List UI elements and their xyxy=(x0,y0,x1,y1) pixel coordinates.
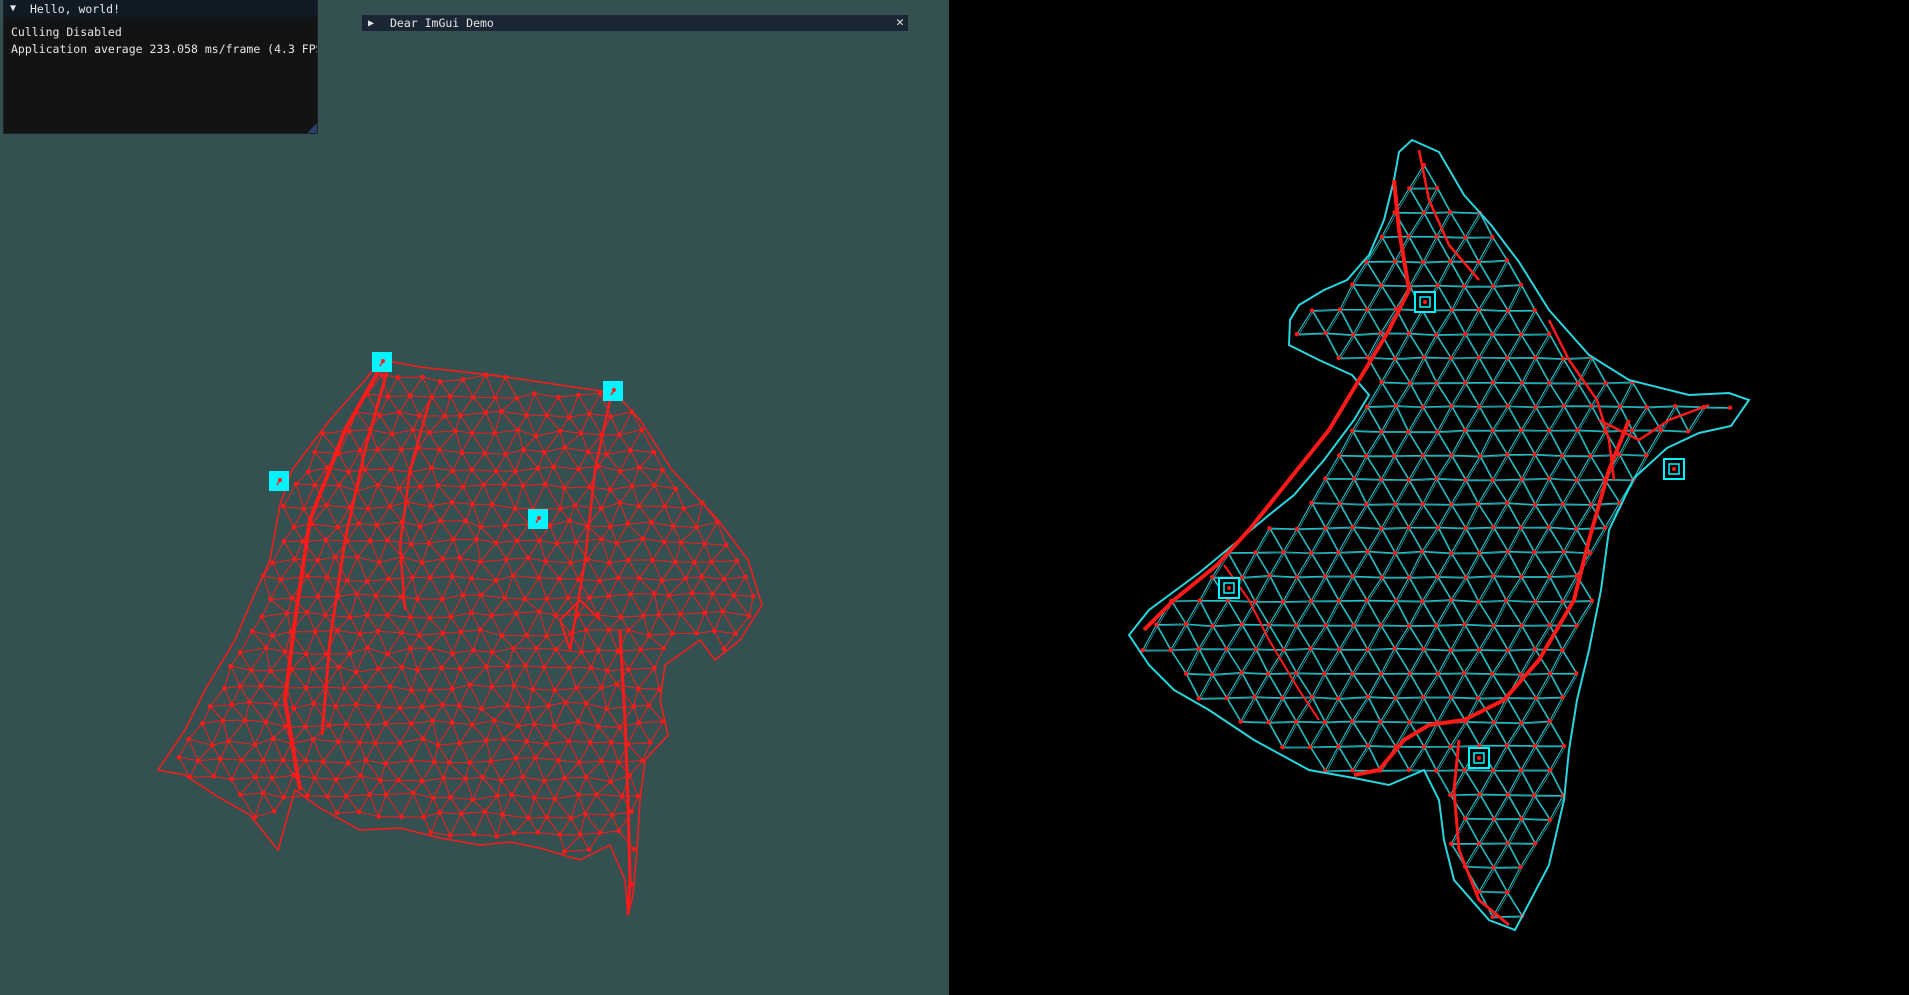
demo-window-title: Dear ImGui Demo xyxy=(390,16,494,30)
pin-handle-1[interactable] xyxy=(372,352,392,372)
expand-triangle-icon[interactable]: ▶ xyxy=(368,18,382,29)
cloth-mesh-2d[interactable] xyxy=(949,0,1909,995)
right-cloth-outline xyxy=(1127,138,1751,932)
hello-window-title: Hello, world! xyxy=(30,1,121,16)
pin-handle-3[interactable] xyxy=(269,471,289,491)
pin-handle-8[interactable] xyxy=(1468,747,1490,769)
close-icon[interactable]: ✕ xyxy=(896,15,904,31)
pin-handle-2[interactable] xyxy=(603,381,623,401)
hello-window-body: Culling Disabled Application average 233… xyxy=(4,17,317,58)
imgui-demo-window-collapsed[interactable]: ▶ Dear ImGui Demo ✕ xyxy=(362,15,908,31)
cloth-mesh-3d[interactable] xyxy=(0,0,949,995)
right-cloth-nodes xyxy=(1140,162,1733,920)
right-seam-5 xyxy=(1598,403,1710,442)
culling-status-text: Culling Disabled xyxy=(11,25,122,39)
application-window: ▼ Hello, world! Culling Disabled Applica… xyxy=(0,0,1909,995)
viewport-3d[interactable]: ▼ Hello, world! Culling Disabled Applica… xyxy=(0,0,949,995)
pin-handle-4[interactable] xyxy=(528,509,548,529)
hello-world-window[interactable]: ▼ Hello, world! Culling Disabled Applica… xyxy=(4,0,317,133)
right-cloth-edges xyxy=(1142,164,1732,919)
viewport-2d[interactable] xyxy=(949,0,1909,995)
pin-handle-6[interactable] xyxy=(1663,458,1685,480)
left-cloth-nodes xyxy=(176,372,756,887)
hello-window-titlebar[interactable]: ▼ Hello, world! xyxy=(4,0,317,17)
resize-grip-icon[interactable] xyxy=(307,123,317,133)
frame-time-text: Application average 233.058 ms/frame (4.… xyxy=(11,42,317,56)
pin-handle-5[interactable] xyxy=(1414,291,1436,313)
pin-handle-7[interactable] xyxy=(1218,577,1240,599)
collapse-triangle-icon[interactable]: ▼ xyxy=(10,3,20,14)
